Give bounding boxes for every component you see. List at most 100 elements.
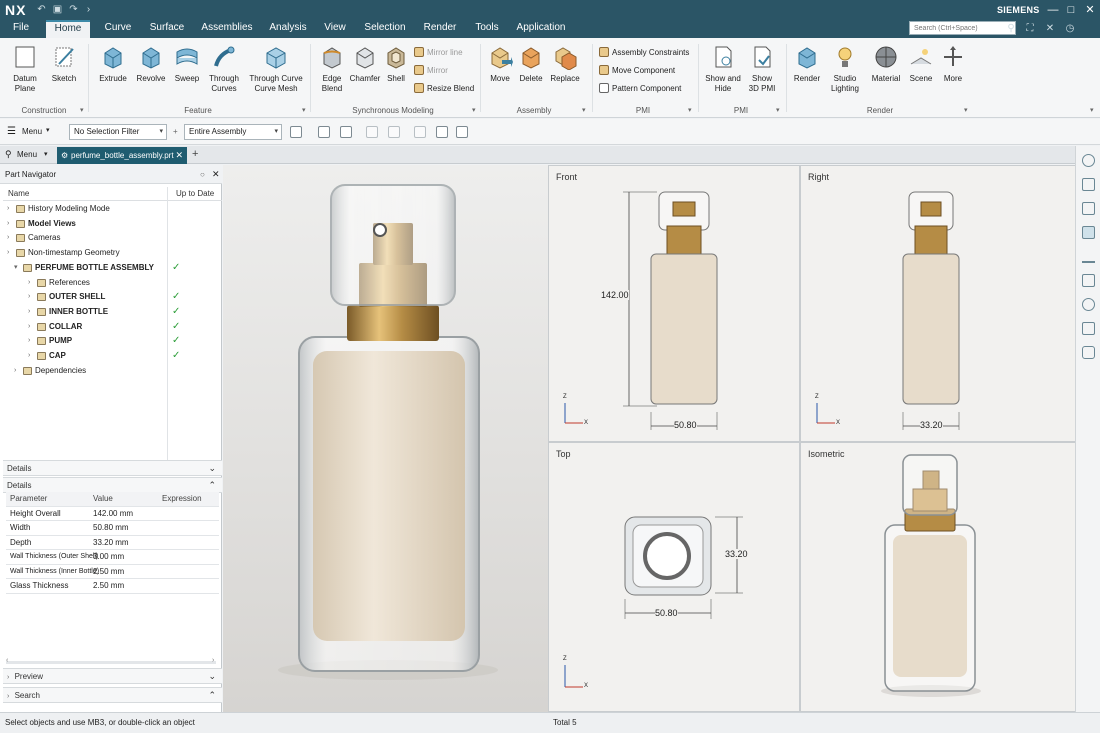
horizontal-scrollbar[interactable] bbox=[6, 661, 216, 664]
details-row[interactable]: Glass Thickness 2.50 mm bbox=[6, 579, 219, 594]
tab-assemblies[interactable]: Assemblies bbox=[198, 20, 256, 38]
move-component-button[interactable]: Move Component bbox=[599, 64, 675, 78]
assembly-constraints-button[interactable]: Assembly Constraints bbox=[599, 46, 689, 60]
new-tab-icon[interactable]: + bbox=[192, 148, 198, 160]
close-window-icon[interactable]: ✕ bbox=[1083, 3, 1097, 17]
details-row[interactable]: Wall Thickness (Inner Bottle) 2.50 mm bbox=[6, 565, 219, 579]
tree-item[interactable]: › CAP ✓ bbox=[3, 349, 222, 363]
tree-item[interactable]: › Non-timestamp Geometry bbox=[3, 246, 222, 260]
component-icon[interactable] bbox=[456, 126, 468, 138]
tab-surface[interactable]: Surface bbox=[146, 20, 188, 38]
body-icon[interactable] bbox=[436, 126, 448, 138]
expand-icon[interactable]: › bbox=[7, 202, 15, 216]
extrude-button[interactable]: Extrude bbox=[96, 44, 130, 84]
isometric-view-viewport[interactable]: Isometric bbox=[800, 442, 1076, 712]
restore-icon[interactable]: □ bbox=[1064, 3, 1078, 17]
move-button[interactable]: Move bbox=[486, 44, 514, 84]
top-view-viewport[interactable]: Top 33.20 50.80 Z X bbox=[548, 442, 800, 712]
tree-item[interactable]: › COLLAR ✓ bbox=[3, 320, 222, 334]
snap-icon[interactable] bbox=[290, 126, 302, 138]
tab-analysis[interactable]: Analysis bbox=[266, 20, 310, 38]
sketch-button[interactable]: Sketch bbox=[48, 44, 80, 84]
close-panel-icon[interactable]: ✕ bbox=[212, 165, 220, 184]
studio-lighting-button[interactable]: Studio Lighting bbox=[826, 44, 864, 94]
tab-curve[interactable]: Curve bbox=[98, 20, 138, 38]
scroll-right-icon[interactable]: › bbox=[212, 657, 214, 664]
roles-icon[interactable] bbox=[1082, 322, 1095, 335]
redo-icon[interactable]: ↷ bbox=[68, 4, 79, 15]
tab-file[interactable]: File bbox=[6, 20, 36, 38]
tab-render[interactable]: Render bbox=[420, 20, 460, 38]
expand-icon[interactable]: › bbox=[7, 246, 15, 260]
expand-icon[interactable]: ▾ bbox=[14, 261, 22, 275]
tree-item[interactable]: › OUTER SHELL ✓ bbox=[3, 290, 222, 304]
preview-header[interactable]: › Preview ⌄ bbox=[3, 668, 222, 684]
expand-icon[interactable]: › bbox=[7, 217, 15, 231]
details-header[interactable]: Details ⌃ bbox=[3, 477, 222, 493]
close-tab-icon[interactable]: ✕ bbox=[175, 147, 183, 164]
settings-icon[interactable] bbox=[1082, 346, 1095, 359]
reuse-library-icon[interactable] bbox=[1082, 274, 1095, 287]
plus-icon[interactable]: + bbox=[173, 127, 178, 136]
mirror-line-button[interactable]: Mirror line bbox=[414, 46, 463, 60]
assembly-pmi-group-menu-icon[interactable]: ▾ bbox=[688, 106, 692, 114]
expand-icon[interactable]: › bbox=[28, 305, 36, 319]
material-button[interactable]: Material bbox=[868, 44, 904, 84]
tab-view[interactable]: View bbox=[320, 20, 350, 38]
close-icon[interactable]: ✕ bbox=[1044, 23, 1056, 35]
expand-icon[interactable]: › bbox=[28, 320, 36, 334]
show-3d-pmi-button[interactable]: Show 3D PMI bbox=[744, 44, 780, 94]
tree-item[interactable]: › INNER BOTTLE ✓ bbox=[3, 305, 222, 319]
details-row[interactable]: Height Overall 142.00 mm bbox=[6, 507, 219, 521]
expand-icon[interactable]: › bbox=[7, 231, 15, 245]
search-header[interactable]: › Search ⌃ bbox=[3, 687, 222, 703]
chamfer-button[interactable]: Chamfer bbox=[348, 44, 382, 84]
selection-filter-dropdown[interactable]: No Selection Filter ▾ bbox=[69, 124, 167, 140]
through-curve-mesh-button[interactable]: Through Curve Curve Mesh bbox=[248, 44, 304, 94]
undo-icon[interactable]: ↶ bbox=[36, 4, 47, 15]
shell-button[interactable]: Shell bbox=[382, 44, 410, 84]
synchronous-modeling-group-menu-icon[interactable]: ▾ bbox=[472, 106, 476, 114]
point-icon[interactable] bbox=[366, 126, 378, 138]
selection-scope-dropdown[interactable]: Entire Assembly ▾ bbox=[184, 124, 282, 140]
tab-selection[interactable]: Selection bbox=[362, 20, 408, 38]
tree-item[interactable]: ▾ PERFUME BOTTLE ASSEMBLY ✓ bbox=[3, 261, 222, 275]
tree-item[interactable]: › History Modeling Mode bbox=[3, 202, 222, 216]
chevron-right-icon[interactable]: › bbox=[83, 4, 94, 15]
hamburger-icon[interactable]: ☰ bbox=[7, 126, 16, 137]
part-navigator-icon[interactable] bbox=[1082, 226, 1095, 239]
search-icon[interactable]: ⚲ bbox=[1005, 23, 1017, 35]
tabbar-menu-button[interactable]: Menu bbox=[17, 150, 37, 159]
expand-icon[interactable]: › bbox=[28, 349, 36, 363]
filter-icon[interactable] bbox=[318, 126, 330, 138]
tab-tools[interactable]: Tools bbox=[472, 20, 502, 38]
command-search-input[interactable] bbox=[909, 21, 1016, 35]
tab-perfume-bottle-assembly[interactable]: ⚙ perfume_bottle_assembly.prt ✕ bbox=[57, 147, 187, 164]
assembly-navigator-icon[interactable] bbox=[1082, 202, 1095, 215]
constraint-icon[interactable] bbox=[1082, 250, 1095, 263]
show-and-hide-button[interactable]: Show and Hide bbox=[704, 44, 742, 94]
tree-item[interactable]: › References bbox=[3, 276, 222, 290]
right-view-viewport[interactable]: Right 33.20 Z X bbox=[800, 165, 1076, 442]
ribbon-options-icon[interactable]: ▾ bbox=[1090, 106, 1094, 114]
save-icon[interactable]: ▣ bbox=[52, 4, 63, 15]
expand-icon[interactable]: › bbox=[28, 290, 36, 304]
select-icon[interactable] bbox=[340, 126, 352, 138]
edge-blend-button[interactable]: Edge Blend bbox=[316, 44, 348, 94]
face-icon[interactable] bbox=[414, 126, 426, 138]
replace-button[interactable]: Replace bbox=[548, 44, 582, 84]
tree-item[interactable]: › Cameras bbox=[3, 231, 222, 245]
datum-plane-button[interactable]: Datum Plane bbox=[8, 44, 42, 94]
tree-item[interactable]: › PUMP ✓ bbox=[3, 334, 222, 348]
tab-application[interactable]: Application bbox=[514, 20, 568, 38]
sweep-button[interactable]: Sweep bbox=[172, 44, 202, 84]
feature-group-menu-icon[interactable]: ▾ bbox=[302, 106, 306, 114]
column-up-to-date[interactable]: Up to Date bbox=[176, 187, 214, 201]
orient-icon[interactable] bbox=[1082, 178, 1095, 191]
tree-item[interactable]: › Model Views bbox=[3, 217, 222, 231]
expand-icon[interactable]: › bbox=[28, 276, 36, 290]
tab-home[interactable]: Home bbox=[46, 20, 90, 38]
revolve-button[interactable]: Revolve bbox=[134, 44, 168, 84]
delete-button[interactable]: Delete bbox=[516, 44, 546, 84]
construction-group-menu-icon[interactable]: ▾ bbox=[80, 106, 84, 114]
